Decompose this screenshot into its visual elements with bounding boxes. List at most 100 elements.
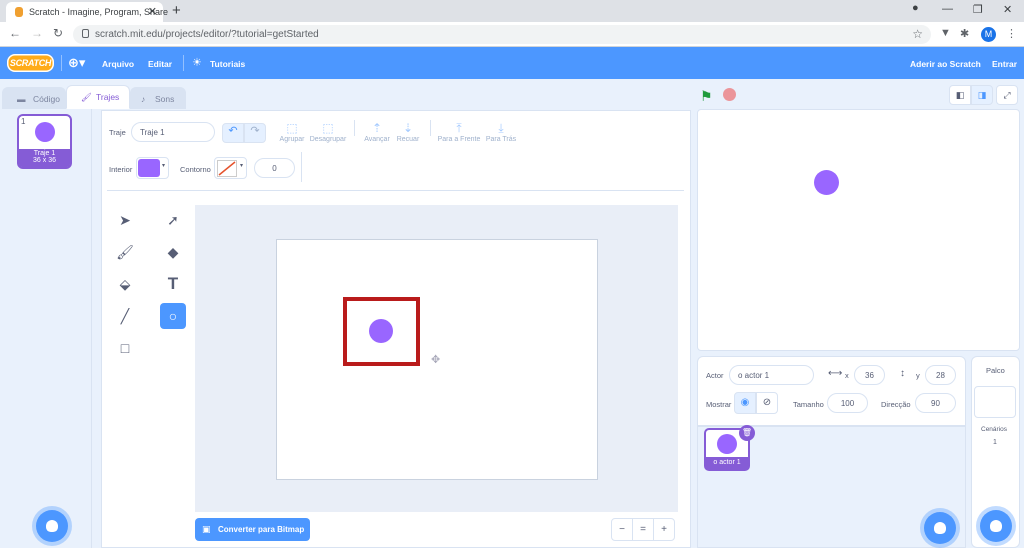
speaker-icon: ♪ <box>141 94 146 104</box>
menu-edit[interactable]: Editar <box>148 59 172 69</box>
new-tab-icon[interactable]: + <box>172 2 181 19</box>
line-tool-icon[interactable]: ╱ <box>112 303 138 329</box>
show-eye-icon[interactable]: ◉ <box>734 392 756 414</box>
direction-input[interactable]: 90 <box>915 393 956 413</box>
url-field[interactable]: scratch.mit.edu/projects/editor/?tutoria… <box>73 25 931 44</box>
maximize-icon[interactable]: ❐ <box>973 3 983 16</box>
brush-tool-icon[interactable]: 🖌 <box>112 239 138 265</box>
stage-sprite[interactable] <box>814 170 839 195</box>
menu-tutorials[interactable]: Tutoriais <box>210 59 245 69</box>
y-label: y <box>916 371 920 380</box>
outline-color-picker[interactable]: ▾ <box>214 157 247 179</box>
circle-tool-icon[interactable]: ○ <box>160 303 186 329</box>
kebab-menu-icon[interactable]: ⋮ <box>1006 27 1017 40</box>
convert-to-bitmap-button[interactable]: ▣ Converter para Bitmap <box>195 518 310 541</box>
join-scratch-link[interactable]: Aderir ao Scratch <box>910 59 981 69</box>
hide-eye-icon[interactable]: ⊘ <box>756 392 778 414</box>
sprite-label: Actor <box>706 371 724 380</box>
size-label: Tamanho <box>793 400 824 409</box>
globe-icon[interactable]: ⊕▾ <box>68 55 85 71</box>
avatar[interactable]: M <box>981 27 996 42</box>
url-text: scratch.mit.edu/projects/editor/?tutoria… <box>95 29 319 40</box>
eraser-tool-icon[interactable]: ◆ <box>160 239 186 265</box>
tab-sounds[interactable]: ♪ Sons <box>130 87 186 109</box>
x-label: x <box>845 371 849 380</box>
sprite-list-item-label: o actor 1 <box>706 457 748 469</box>
arrow-top-icon: ⤒ <box>456 121 462 135</box>
front-button[interactable]: ⤒ Para a Frente <box>437 122 481 143</box>
menu-file[interactable]: Arquivo <box>102 59 134 69</box>
stop-icon[interactable] <box>723 88 736 101</box>
redo-button[interactable]: ↷ <box>244 123 266 143</box>
reshape-tool-icon[interactable]: ➚ <box>160 207 186 233</box>
extension-icon[interactable]: ▼ <box>940 27 951 39</box>
outline-width-input[interactable]: 0 <box>254 158 295 178</box>
zoom-reset-button[interactable]: = <box>632 518 654 541</box>
show-label: Mostrar <box>706 400 732 409</box>
browser-tab[interactable]: Scratch - Imagine, Program, Share ✕ <box>6 2 168 22</box>
ungroup-button[interactable]: ⬚ Desagrupar <box>308 122 348 143</box>
fill-tool-icon[interactable]: ⬙ <box>112 271 138 297</box>
sign-in-link[interactable]: Entrar <box>992 59 1017 69</box>
divider <box>107 190 684 191</box>
small-stage-button[interactable]: ◧ <box>949 85 971 105</box>
profile-menu-icon[interactable]: ● <box>912 2 919 14</box>
address-bar: ← → ↻ scratch.mit.edu/projects/editor/?t… <box>0 22 1024 47</box>
back-button[interactable]: ⤓ Para Trás <box>484 122 518 143</box>
undo-button[interactable]: ↶ <box>222 123 244 143</box>
highlight-box <box>343 297 420 366</box>
choose-backdrop-button[interactable] <box>980 510 1012 542</box>
back-icon[interactable]: ← <box>9 26 21 40</box>
scratch-favicon-icon <box>15 7 23 17</box>
costume-name-input[interactable]: Traje 1 <box>131 122 215 142</box>
close-window-icon[interactable]: ✕ <box>1003 3 1012 16</box>
fill-label: Interior <box>109 165 133 174</box>
select-tool-icon[interactable]: ➤ <box>112 207 138 233</box>
sprite-name-input[interactable]: o actor 1 <box>729 365 814 385</box>
arrow-bottom-icon: ⤓ <box>498 121 504 135</box>
direction-label: Direcção <box>881 400 911 409</box>
reload-icon[interactable]: ↻ <box>53 26 63 40</box>
x-input[interactable]: 36 <box>854 365 885 385</box>
backward-button[interactable]: ⇣ Recuar <box>394 122 422 143</box>
costume-thumbnail[interactable]: 1 Traje 1 36 x 36 <box>17 114 72 169</box>
bookmark-star-icon[interactable]: ☆ <box>912 27 923 41</box>
puzzle-icon[interactable]: ✱ <box>960 27 969 40</box>
costume-preview <box>35 122 55 142</box>
forward-icon[interactable]: → <box>31 26 43 40</box>
horizontal-arrows-icon: ⟷ <box>828 368 843 379</box>
stage-panel-title: Palco <box>986 366 1005 375</box>
menu-divider <box>183 55 184 71</box>
zoom-in-button[interactable]: + <box>653 518 675 541</box>
costume-list-panel <box>0 109 92 548</box>
arrow-up-icon: ⇡ <box>371 121 383 135</box>
scratch-logo[interactable]: SCRATCH <box>7 54 54 72</box>
group-button[interactable]: ⬚ Agrupar <box>278 122 306 143</box>
minimize-icon[interactable]: — <box>942 3 953 15</box>
choose-sprite-button[interactable] <box>924 512 956 544</box>
costume-label: Traje 1 36 x 36 <box>19 149 70 167</box>
costume-name: Traje 1 <box>33 150 56 157</box>
delete-sprite-icon[interactable]: 🗑 <box>739 425 755 441</box>
tab-code[interactable]: ▬ Código <box>2 87 66 109</box>
y-input[interactable]: 28 <box>925 365 956 385</box>
tab-costumes[interactable]: 🖌 Trajes <box>66 85 130 109</box>
rectangle-tool-icon[interactable]: □ <box>112 335 138 361</box>
large-stage-button[interactable]: ◨ <box>971 85 993 105</box>
fullscreen-icon[interactable]: ⤢ <box>996 85 1018 105</box>
close-tab-icon[interactable]: ✕ <box>148 5 157 18</box>
green-flag-icon[interactable]: ⚑ <box>700 88 713 105</box>
fill-color-picker[interactable]: ▾ <box>136 157 169 179</box>
lightbulb-icon[interactable]: ☀ <box>192 56 202 69</box>
size-input[interactable]: 100 <box>827 393 868 413</box>
lock-icon <box>82 29 89 38</box>
menu-divider <box>61 55 62 71</box>
outline-label: Contorno <box>180 165 211 174</box>
ungroup-icon: ⬚ <box>322 121 334 135</box>
forward-button[interactable]: ⇡ Avançar <box>362 122 392 143</box>
zoom-out-button[interactable]: − <box>611 518 633 541</box>
stage-thumbnail[interactable] <box>974 386 1016 418</box>
choose-costume-button[interactable] <box>36 510 68 542</box>
text-tool-icon[interactable]: T <box>160 271 186 297</box>
stage[interactable] <box>697 109 1020 351</box>
